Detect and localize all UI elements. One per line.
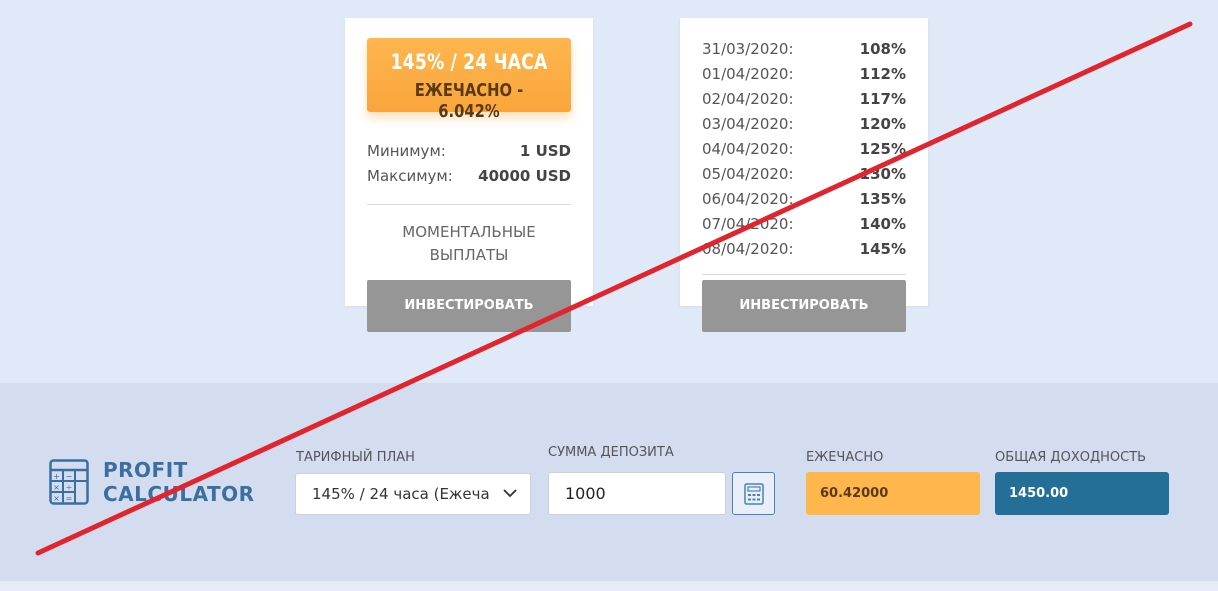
schedule-row: 02/04/2020: 117% — [702, 90, 906, 115]
min-label: Минимум: — [367, 142, 446, 160]
schedule-percent: 120% — [859, 115, 906, 133]
schedule-percent: 135% — [859, 190, 906, 208]
hourly-label: ЕЖЕЧАСНО — [806, 450, 884, 465]
svg-text:÷: ÷ — [66, 483, 73, 492]
schedule-row: 31/03/2020: 108% — [702, 40, 906, 65]
plan-card: 145% / 24 ЧАСА ЕЖЕЧАСНО - 6.042% Минимум… — [345, 18, 593, 332]
calculator-title-line2: CALCULATOR — [103, 482, 255, 506]
schedule-row: 08/04/2020: 145% — [702, 240, 906, 265]
plan-badge: 145% / 24 ЧАСА ЕЖЕЧАСНО - 6.042% — [367, 38, 571, 122]
bottom-strip — [0, 581, 1218, 591]
top-section — [0, 0, 1218, 383]
schedule-percent: 108% — [859, 40, 906, 58]
divider — [702, 274, 906, 275]
deposit-field-label: СУММА ДЕПОЗИТА — [548, 445, 674, 460]
plan-badge-rate: 145% / 24 ЧАСА — [390, 50, 548, 74]
schedule-date: 01/04/2020: — [702, 65, 794, 83]
plan-select[interactable]: 145% / 24 часа (Ежеча — [295, 473, 531, 515]
svg-text:×: × — [53, 494, 60, 503]
instant-payouts: МОМЕНТАЛЬНЫЕ ВЫПЛАТЫ — [367, 221, 571, 267]
payout-line1: МОМЕНТАЛЬНЫЕ — [402, 223, 536, 241]
svg-text:=: = — [66, 494, 73, 503]
schedule-list: 31/03/2020: 108% 01/04/2020: 112% 02/04/2020… — [702, 40, 906, 265]
schedule-percent: 140% — [859, 215, 906, 233]
payout-line2: ВЫПЛАТЫ — [429, 246, 509, 264]
max-label: Максимум: — [367, 167, 453, 185]
calculator-title: PROFIT CALCULATOR — [103, 458, 255, 506]
svg-text:×: × — [53, 483, 60, 492]
schedule-date: 08/04/2020: — [702, 240, 794, 258]
chevron-down-icon — [503, 489, 517, 498]
schedule-row: 03/04/2020: 120% — [702, 115, 906, 140]
plan-field-label: ТАРИФНЫЙ ПЛАН — [296, 450, 415, 465]
schedule-row: 07/04/2020: 140% — [702, 215, 906, 240]
schedule-date: 07/04/2020: — [702, 215, 794, 233]
plan-badge-hourly: ЕЖЕЧАСНО - 6.042% — [414, 80, 524, 122]
schedule-row: 05/04/2020: 130% — [702, 165, 906, 190]
total-output: 1450.00 — [995, 472, 1169, 515]
schedule-percent: 125% — [859, 140, 906, 158]
schedule-percent: 112% — [859, 65, 906, 83]
schedule-date: 06/04/2020: — [702, 190, 794, 208]
calculator-icon — [744, 483, 764, 505]
schedule-row: 04/04/2020: 125% — [702, 140, 906, 165]
max-row: Максимум: 40000 USD — [367, 167, 571, 185]
schedule-row: 06/04/2020: 135% — [702, 190, 906, 215]
schedule-date: 03/04/2020: — [702, 115, 794, 133]
deposit-input[interactable]: 1000 — [548, 472, 726, 515]
min-value: 1 USD — [519, 142, 571, 160]
svg-text:−: − — [66, 472, 73, 481]
schedule-date: 04/04/2020: — [702, 140, 794, 158]
schedule-date: 02/04/2020: — [702, 90, 794, 108]
schedule-row: 01/04/2020: 112% — [702, 65, 906, 90]
calculator-title-line1: PROFIT — [103, 458, 188, 482]
divider — [367, 204, 571, 205]
schedule-card: 31/03/2020: 108% 01/04/2020: 112% 02/04/2020… — [680, 18, 928, 332]
invest-button-schedule[interactable]: ИНВЕСТИРОВАТЬ — [702, 280, 906, 332]
schedule-percent: 117% — [859, 90, 906, 108]
hourly-output: 60.42000 — [806, 472, 980, 515]
min-row: Минимум: 1 USD — [367, 142, 571, 160]
schedule-date: 31/03/2020: — [702, 40, 794, 58]
max-value: 40000 USD — [478, 167, 571, 185]
calculate-button[interactable] — [732, 472, 775, 515]
schedule-percent: 130% — [859, 165, 906, 183]
schedule-date: 05/04/2020: — [702, 165, 794, 183]
schedule-percent: 145% — [859, 240, 906, 258]
calculator-icon: + − × ÷ × = — [49, 459, 89, 505]
plan-select-value: 145% / 24 часа (Ежеча — [312, 485, 490, 503]
total-label: ОБЩАЯ ДОХОДНОСТЬ — [995, 450, 1147, 465]
invest-button-plan[interactable]: ИНВЕСТИРОВАТЬ — [367, 280, 571, 332]
svg-text:+: + — [53, 472, 60, 481]
